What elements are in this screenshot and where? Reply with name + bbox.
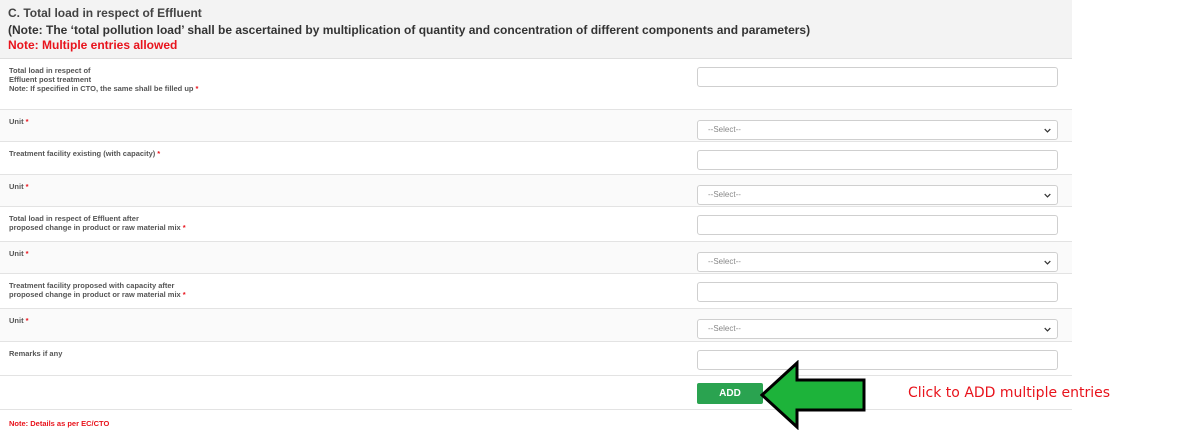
required-marker: * — [182, 290, 186, 299]
field-label: Unit * — [9, 182, 29, 191]
footnote: Note: Details as per EC/CTO — [9, 419, 110, 428]
form-row: Unit * --Select-- — [0, 110, 1072, 142]
section-note: (Note: The ‘total pollution load’ shall … — [8, 23, 811, 37]
field-label: Remarks if any — [9, 349, 62, 358]
unit-select[interactable]: --Select-- — [697, 252, 1058, 272]
form-row: Treatment facility proposed with capacit… — [0, 274, 1072, 309]
field-label-line: Remarks if any — [9, 349, 63, 358]
form-row: Total load in respect of Effluent after p… — [0, 207, 1072, 242]
field-label-text: proposed change in product or raw materi… — [9, 290, 181, 299]
field-label-text: Unit — [9, 316, 24, 325]
field-label-line: Unit * — [9, 182, 29, 191]
field-label-line: Unit * — [9, 117, 29, 126]
form-row: Unit * --Select-- — [0, 175, 1072, 207]
field-label: Total load in respect of Effluent after p… — [9, 214, 186, 232]
field-label: Unit * — [9, 249, 29, 258]
required-marker: * — [25, 249, 29, 258]
text-input[interactable] — [697, 215, 1058, 235]
field-label-text: Treatment facility existing (with capaci… — [9, 149, 156, 158]
field-label-line: proposed change in product or raw materi… — [9, 223, 186, 232]
field-label-text: Unit — [9, 182, 24, 191]
select-value: --Select-- — [708, 125, 741, 134]
required-marker: * — [182, 223, 186, 232]
unit-select[interactable]: --Select-- — [697, 120, 1058, 140]
text-input[interactable] — [697, 67, 1058, 87]
text-input[interactable] — [697, 282, 1058, 302]
select-value: --Select-- — [708, 324, 741, 333]
required-marker: * — [25, 117, 29, 126]
field-label: Treatment facility proposed with capacit… — [9, 281, 186, 299]
field-label-text: proposed change in product or raw materi… — [9, 223, 181, 232]
section-title: C. Total load in respect of Effluent — [8, 6, 202, 20]
field-label-line: Effluent post treatment — [9, 75, 92, 84]
text-input[interactable] — [697, 350, 1058, 370]
field-label-line: Treatment facility proposed with capacit… — [9, 281, 175, 290]
field-label-line: Total load in respect of Effluent after — [9, 214, 139, 223]
field-label: Unit * — [9, 117, 29, 126]
chevron-down-icon — [1044, 327, 1051, 332]
form-row: Remarks if any — [0, 342, 1072, 376]
chevron-down-icon — [1044, 128, 1051, 133]
field-label: Treatment facility existing (with capaci… — [9, 149, 160, 158]
left-arrow-icon — [760, 360, 866, 430]
multiple-entries-note: Note: Multiple entries allowed — [8, 38, 178, 52]
field-label-line: Unit * — [9, 249, 29, 258]
field-label-line: Unit * — [9, 316, 29, 325]
form-row: Unit * --Select-- — [0, 309, 1072, 342]
field-label-line: Treatment facility existing (with capaci… — [9, 149, 160, 158]
select-value: --Select-- — [708, 190, 741, 199]
required-marker: * — [195, 84, 199, 93]
field-label-line: Note: If specified in CTO, the same shal… — [9, 84, 198, 93]
form-row: Treatment facility existing (with capaci… — [0, 142, 1072, 175]
required-marker: * — [25, 316, 29, 325]
form-row: Total load in respect of Effluent post tr… — [0, 59, 1072, 110]
effluent-load-form: C. Total load in respect of Effluent (No… — [0, 0, 1072, 434]
form-row: Unit * --Select-- — [0, 242, 1072, 274]
add-button[interactable]: ADD — [697, 383, 763, 404]
field-label-line: Total load in respect of — [9, 66, 91, 75]
field-label-line: proposed change in product or raw materi… — [9, 290, 186, 299]
field-label: Total load in respect of Effluent post tr… — [9, 66, 198, 93]
field-label-text: Note: If specified in CTO, the same shal… — [9, 84, 194, 93]
field-label-text: Unit — [9, 249, 24, 258]
unit-select[interactable]: --Select-- — [697, 319, 1058, 339]
select-value: --Select-- — [708, 257, 741, 266]
unit-select[interactable]: --Select-- — [697, 185, 1058, 205]
text-input[interactable] — [697, 150, 1058, 170]
required-marker: * — [25, 182, 29, 191]
field-label: Unit * — [9, 316, 29, 325]
required-marker: * — [157, 149, 161, 158]
chevron-down-icon — [1044, 193, 1051, 198]
field-label-text: Unit — [9, 117, 24, 126]
add-callout: Click to ADD multiple entries — [908, 385, 1111, 401]
chevron-down-icon — [1044, 260, 1051, 265]
section-header: C. Total load in respect of Effluent (No… — [0, 0, 1072, 59]
